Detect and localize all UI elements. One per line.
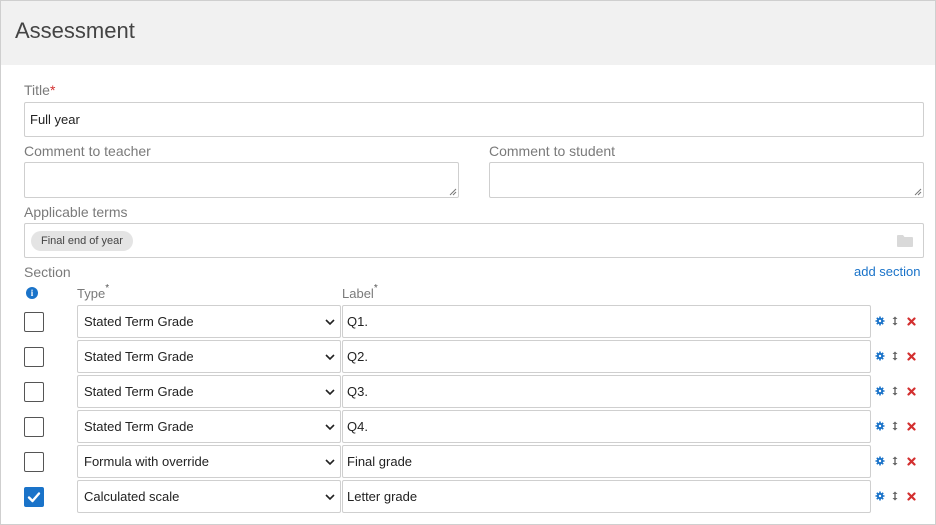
title-input[interactable]: Full year: [24, 102, 924, 137]
section-row: Formula with override Final grade: [0, 444, 936, 479]
type-select[interactable]: Stated Term Grade: [77, 375, 341, 408]
close-icon[interactable]: [906, 351, 916, 361]
type-select-value: Stated Term Grade: [84, 314, 194, 329]
type-select-value: Formula with override: [84, 454, 209, 469]
title-label: Title*: [24, 82, 56, 98]
label-input[interactable]: Q1.: [342, 305, 871, 338]
row-checkbox[interactable]: [24, 382, 44, 402]
label-input-value: Final grade: [347, 454, 413, 469]
row-checkbox[interactable]: [24, 452, 44, 472]
section-label: Section: [24, 264, 71, 280]
section-row: Stated Term Grade Q3.: [0, 374, 936, 409]
section-row: Stated Term Grade Q1.: [0, 304, 936, 339]
type-select[interactable]: Stated Term Grade: [77, 305, 341, 338]
folder-icon[interactable]: [896, 234, 914, 248]
comment-teacher-label: Comment to teacher: [24, 143, 151, 159]
label-input-value: Letter grade: [347, 489, 418, 504]
drag-handle-icon[interactable]: [890, 316, 900, 326]
resize-handle-icon[interactable]: [913, 187, 922, 196]
label-input[interactable]: Letter grade: [342, 480, 871, 513]
drag-handle-icon[interactable]: [890, 351, 900, 361]
close-icon[interactable]: [906, 421, 916, 431]
type-select-value: Stated Term Grade: [84, 349, 194, 364]
type-select[interactable]: Formula with override: [77, 445, 341, 478]
close-icon[interactable]: [906, 456, 916, 466]
gear-icon[interactable]: [875, 316, 885, 326]
page-title: Assessment: [15, 18, 135, 43]
required-marker: *: [49, 82, 56, 98]
row-checkbox[interactable]: [24, 417, 44, 437]
term-chip[interactable]: Final end of year: [31, 231, 133, 251]
label-input[interactable]: Q2.: [342, 340, 871, 373]
comment-student-textarea[interactable]: [489, 162, 924, 198]
drag-handle-icon[interactable]: [890, 491, 900, 501]
type-select[interactable]: Stated Term Grade: [77, 410, 341, 443]
type-select-value: Stated Term Grade: [84, 419, 194, 434]
type-select-value: Calculated scale: [84, 489, 180, 504]
applicable-terms-label: Applicable terms: [24, 204, 128, 220]
section-row: Stated Term Grade Q2.: [0, 339, 936, 374]
drag-handle-icon[interactable]: [890, 421, 900, 431]
close-icon[interactable]: [906, 491, 916, 501]
type-select[interactable]: Stated Term Grade: [77, 340, 341, 373]
comment-student-label: Comment to student: [489, 143, 616, 159]
column-header-label: Label*: [342, 283, 378, 301]
row-checkbox[interactable]: [24, 312, 44, 332]
label-input[interactable]: Q3.: [342, 375, 871, 408]
applicable-terms-field[interactable]: [24, 223, 924, 258]
label-input-value: Q2.: [347, 349, 368, 364]
check-icon: [27, 492, 41, 503]
label-input[interactable]: Final grade: [342, 445, 871, 478]
row-checkbox[interactable]: [24, 347, 44, 367]
chevron-down-icon: [325, 354, 335, 361]
section-row: Calculated scale Letter grade: [0, 479, 936, 514]
gear-icon[interactable]: [875, 456, 885, 466]
section-row: Stated Term Grade Q4.: [0, 409, 936, 444]
info-icon[interactable]: i: [26, 287, 38, 299]
chevron-down-icon: [325, 389, 335, 396]
gear-icon[interactable]: [875, 491, 885, 501]
chevron-down-icon: [325, 494, 335, 501]
close-icon[interactable]: [906, 316, 916, 326]
panel-header: Assessment: [1, 1, 935, 65]
add-section-link[interactable]: add section: [854, 264, 921, 279]
gear-icon[interactable]: [875, 386, 885, 396]
type-select[interactable]: Calculated scale: [77, 480, 341, 513]
chevron-down-icon: [325, 319, 335, 326]
label-input-value: Q1.: [347, 314, 368, 329]
comment-teacher-textarea[interactable]: [24, 162, 459, 198]
drag-handle-icon[interactable]: [890, 386, 900, 396]
label-input-value: Q3.: [347, 384, 368, 399]
gear-icon[interactable]: [875, 421, 885, 431]
chevron-down-icon: [325, 424, 335, 431]
type-select-value: Stated Term Grade: [84, 384, 194, 399]
column-header-type: Type*: [77, 283, 110, 301]
gear-icon[interactable]: [875, 351, 885, 361]
chevron-down-icon: [325, 459, 335, 466]
label-input-value: Q4.: [347, 419, 368, 434]
label-input[interactable]: Q4.: [342, 410, 871, 443]
drag-handle-icon[interactable]: [890, 456, 900, 466]
close-icon[interactable]: [906, 386, 916, 396]
row-checkbox-checked[interactable]: [24, 487, 44, 507]
resize-handle-icon[interactable]: [448, 187, 457, 196]
